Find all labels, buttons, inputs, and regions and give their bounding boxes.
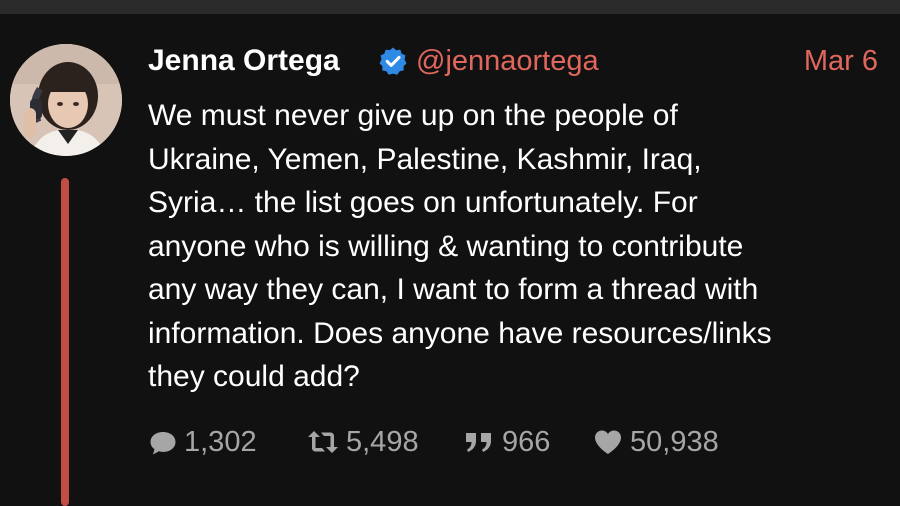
reply-count: 1,302 (184, 425, 257, 458)
tweet-text-line: they could add? (148, 360, 360, 393)
like-button[interactable]: 50,938 (592, 420, 719, 464)
top-bar (0, 0, 900, 14)
tweet-text-line: anyone who is willing & wanting to contr… (148, 229, 744, 263)
reply-button[interactable]: 1,302 (148, 420, 257, 464)
speech-bubble-icon (150, 432, 176, 455)
tweet-date[interactable]: Mar 6 (804, 45, 878, 78)
quote-count: 966 (502, 425, 551, 458)
like-count: 50,938 (630, 425, 719, 458)
tweet-text-line: any way they can, I want to form a threa… (148, 273, 759, 306)
retweet-icon (308, 431, 338, 453)
quote-button[interactable]: 966 (462, 420, 550, 464)
verified-badge-icon (378, 46, 408, 76)
tweet-text-line: information. Does anyone have resources/… (148, 316, 772, 350)
author-handle[interactable]: @jennaortega (416, 45, 599, 78)
tweet-actions: 1,302 5,498 966 50,938 (148, 420, 848, 464)
retweet-button[interactable]: 5,498 (306, 420, 419, 464)
avatar-image (10, 44, 122, 156)
tweet-card: Jenna Ortega @jennaortega Mar 6 We must … (0, 0, 900, 506)
tweet-header: Jenna Ortega @jennaortega Mar 6 (148, 40, 878, 84)
retweet-count: 5,498 (346, 425, 419, 458)
thread-line (61, 178, 69, 506)
tweet-text-line: Syria… the list goes on unfortunately. F… (148, 186, 698, 219)
tweet-text-line: We must never give up on the people of (148, 99, 678, 132)
author-name[interactable]: Jenna Ortega (148, 44, 340, 78)
avatar[interactable] (10, 44, 122, 156)
tweet-text: We must never give up on the people of U… (148, 94, 888, 399)
heart-icon (595, 430, 621, 454)
tweet-text-line: Ukraine, Yemen, Palestine, Kashmir, Iraq… (148, 142, 702, 176)
quote-icon (466, 433, 491, 452)
